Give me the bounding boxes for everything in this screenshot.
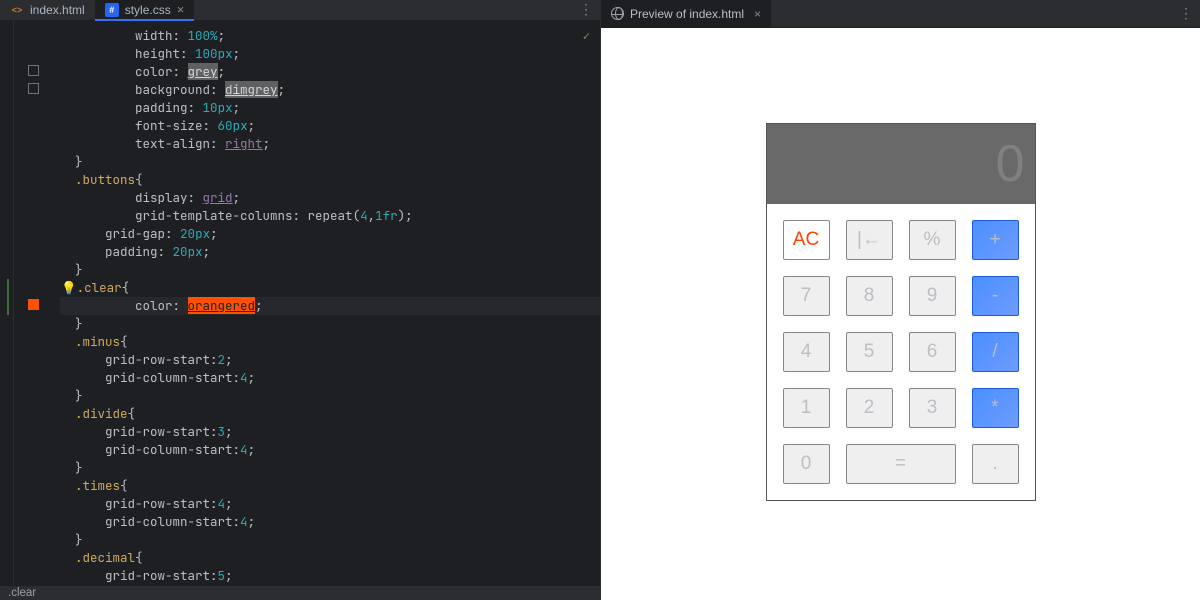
calculator: 0 AC |←% +789- 456 / 123 * 0 =. <box>766 123 1036 501</box>
tab-index-html[interactable]: <> index.html <box>0 0 95 20</box>
code-line[interactable]: } <box>60 315 600 333</box>
code-line[interactable]: .minus{ <box>60 333 600 351</box>
code-line[interactable]: padding: 10px; <box>60 99 600 117</box>
preview-surface: 0 AC |←% +789- 456 / 123 * 0 =. <box>601 28 1200 600</box>
code-line[interactable]: background: dimgrey; <box>60 81 600 99</box>
preview-tab[interactable]: Preview of index.html × <box>601 0 771 27</box>
tab-style-css[interactable]: # style.css × <box>95 0 195 20</box>
calc-8-button[interactable]: 8 <box>846 276 893 316</box>
tab-label: style.css <box>125 3 171 17</box>
calc-buttons-grid: AC |←% +789- 456 / 123 * 0 =. <box>767 204 1035 500</box>
calc-5-button[interactable]: 5 <box>846 332 893 372</box>
code-line[interactable]: .times{ <box>60 477 600 495</box>
code-line[interactable]: grid-row-start:5; <box>60 567 600 585</box>
code-line[interactable]: grid-column-start:4; <box>60 369 600 387</box>
code-line[interactable]: } <box>60 459 600 477</box>
tab-label: index.html <box>30 3 85 17</box>
code-line[interactable]: .buttons{ <box>60 171 600 189</box>
code-line[interactable]: } <box>60 261 600 279</box>
code-line[interactable]: text-align: right; <box>60 135 600 153</box>
calc-7-button[interactable]: 7 <box>783 276 830 316</box>
calc-2-button[interactable]: 2 <box>846 388 893 428</box>
calc-clear-button[interactable]: AC <box>783 220 830 260</box>
calc-minus-button[interactable]: - <box>972 276 1019 316</box>
diff-gutter <box>0 21 14 585</box>
code-line[interactable]: font-size: 60px; <box>60 117 600 135</box>
code-line[interactable]: grid-row-start:2; <box>60 351 600 369</box>
editor-tabbar: <> index.html # style.css × ⋮ <box>0 0 600 21</box>
calc-1-button[interactable]: 1 <box>783 388 830 428</box>
code-line[interactable]: } <box>60 531 600 549</box>
code-line[interactable]: } <box>60 387 600 405</box>
code-line[interactable]: grid-row-start:4; <box>60 495 600 513</box>
calc-3-button[interactable]: 3 <box>909 388 956 428</box>
code-line[interactable]: grid-gap: 20px; <box>60 225 600 243</box>
close-icon[interactable]: × <box>754 7 761 21</box>
calc-decimal-button[interactable]: . <box>972 444 1019 484</box>
tab-overflow-button[interactable]: ⋮ <box>572 0 600 20</box>
marker-gutter <box>14 21 54 585</box>
backspace-icon: |← <box>857 229 881 251</box>
calc-6-button[interactable]: 6 <box>909 332 956 372</box>
code-line[interactable]: grid-column-start:4; <box>60 513 600 531</box>
code-line[interactable]: 💡.clear{ <box>60 279 600 297</box>
code-line[interactable]: grid-template-columns: repeat(4,1fr); <box>60 207 600 225</box>
code-line[interactable]: grid-column-start:4; <box>60 441 600 459</box>
color-swatch-icon[interactable] <box>28 299 39 310</box>
calc-display: 0 <box>767 124 1035 204</box>
color-swatch-icon[interactable] <box>28 83 39 94</box>
calc-backspace-button[interactable]: |← <box>846 220 893 260</box>
preview-tabbar: Preview of index.html × ⋮ <box>601 0 1200 28</box>
globe-icon <box>611 7 624 20</box>
code-area[interactable]: width: 100%; height: 100px; color: grey;… <box>54 21 600 585</box>
intention-bulb-icon[interactable]: 💡 <box>61 279 77 296</box>
breadcrumb-bar[interactable]: .clear <box>0 585 600 600</box>
editor-body[interactable]: ✓ width: 100%; height: 100px; color: gre… <box>0 21 600 585</box>
preview-tab-label: Preview of index.html <box>630 7 744 21</box>
breadcrumb: .clear <box>8 587 36 599</box>
css-file-icon: # <box>105 3 119 17</box>
code-line[interactable]: height: 100px; <box>60 45 600 63</box>
html-file-icon: <> <box>10 3 24 17</box>
code-line[interactable]: color: grey; <box>60 63 600 81</box>
calc-9-button[interactable]: 9 <box>909 276 956 316</box>
code-line[interactable]: color: orangered; <box>60 297 600 315</box>
calc-equals-button[interactable]: = <box>846 444 956 484</box>
code-line[interactable]: .decimal{ <box>60 549 600 567</box>
preview-pane: Preview of index.html × ⋮ 0 AC |←% +789- 45… <box>600 0 1200 600</box>
calc-4-button[interactable]: 4 <box>783 332 830 372</box>
code-line[interactable]: padding: 20px; <box>60 243 600 261</box>
code-line[interactable]: .divide{ <box>60 405 600 423</box>
preview-overflow-button[interactable]: ⋮ <box>1172 0 1200 27</box>
editor-pane: <> index.html # style.css × ⋮ ✓ width: 1… <box>0 0 600 600</box>
calc-0-button[interactable]: 0 <box>783 444 830 484</box>
close-icon[interactable]: × <box>177 2 185 17</box>
code-line[interactable]: width: 100%; <box>60 27 600 45</box>
code-line[interactable]: } <box>60 153 600 171</box>
code-line[interactable]: display: grid; <box>60 189 600 207</box>
color-swatch-icon[interactable] <box>28 65 39 76</box>
calc-divide-button[interactable]: / <box>972 332 1019 372</box>
calc-plus-button[interactable]: + <box>972 220 1019 260</box>
code-line[interactable]: grid-row-start:3; <box>60 423 600 441</box>
calc-times-button[interactable]: * <box>972 388 1019 428</box>
calc-percent-button[interactable]: % <box>909 220 956 260</box>
